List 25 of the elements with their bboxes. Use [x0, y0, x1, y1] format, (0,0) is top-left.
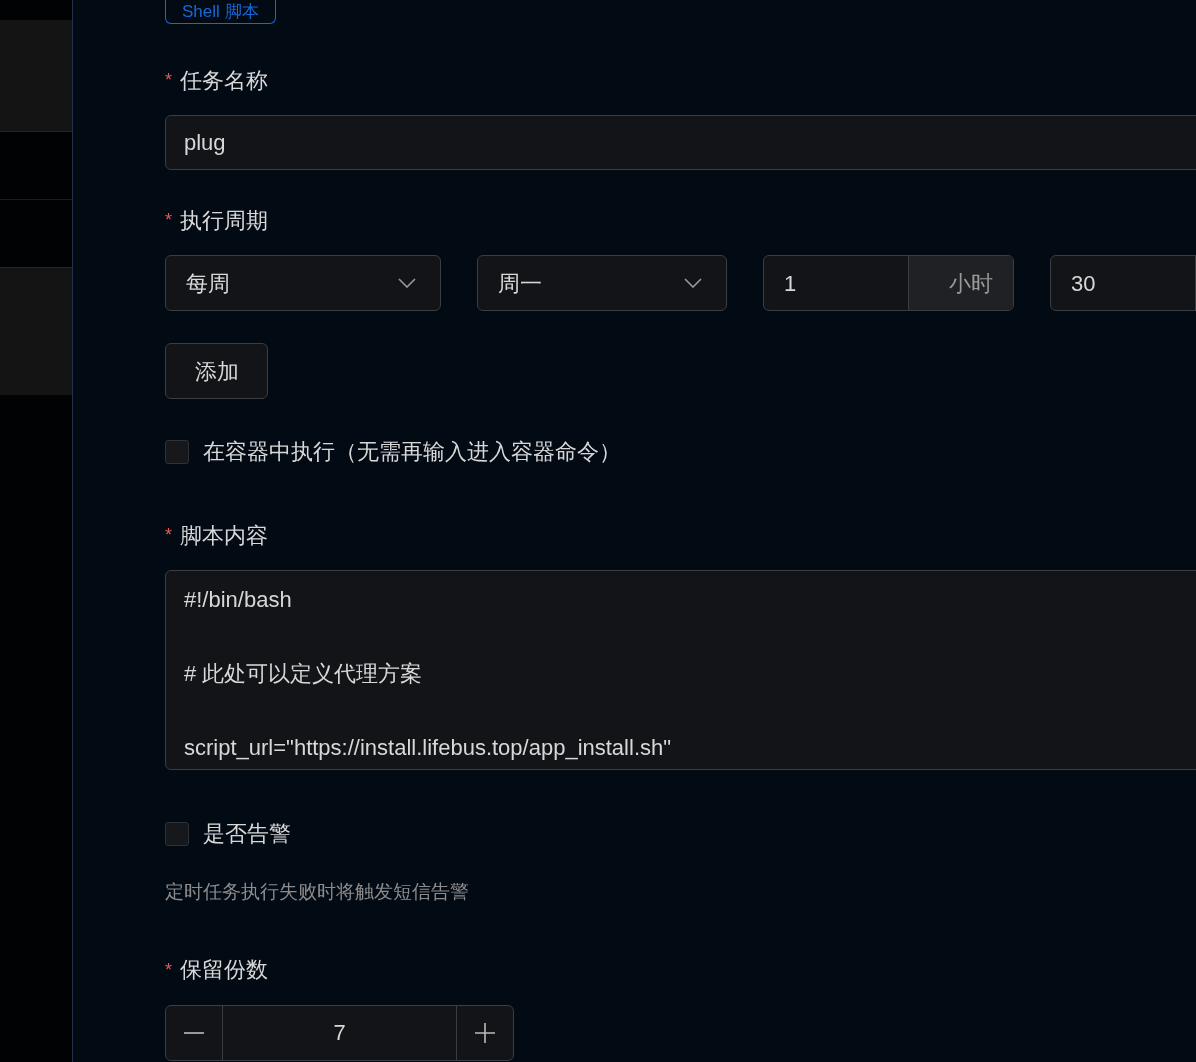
required-mark: * [165, 960, 172, 979]
chevron-down-icon [684, 278, 702, 288]
required-mark: * [165, 526, 172, 544]
task-name-input[interactable]: plug [165, 115, 1196, 170]
field-label: 任务名称 [180, 66, 268, 95]
required-mark: * [165, 71, 172, 89]
script-line: #!/bin/bash [184, 586, 292, 614]
field-label: 保留份数 [180, 956, 268, 984]
field-label: 脚本内容 [180, 521, 268, 550]
add-button[interactable]: 添加 [165, 343, 268, 399]
hint-text: 定时任务执行失败时将触发短信告警 [165, 880, 470, 904]
minute-input[interactable]: 30 [1051, 256, 1196, 310]
script-line: # 此处可以定义代理方案 [184, 660, 423, 688]
script-type-tag[interactable]: Shell 脚本 [165, 0, 276, 24]
checkbox[interactable] [165, 821, 189, 846]
checkbox-label: 在容器中执行（无需再输入进入容器命令） [203, 438, 621, 466]
period-select[interactable]: 每周 [165, 255, 441, 311]
script-textarea[interactable]: #!/bin/bash # 此处可以定义代理方案 script_url="https://install.lifebus.top/app_install.sh" [165, 570, 1196, 770]
checkbox-label: 是否告警 [203, 820, 291, 848]
weekday-select[interactable]: 周一 [477, 255, 727, 311]
script-line: script_url="https://install.lifebus.top/app_install.sh" [184, 734, 672, 762]
field-label: 执行周期 [180, 206, 268, 235]
required-mark: * [165, 211, 172, 229]
checkbox[interactable] [165, 439, 189, 464]
chevron-down-icon [398, 278, 416, 288]
